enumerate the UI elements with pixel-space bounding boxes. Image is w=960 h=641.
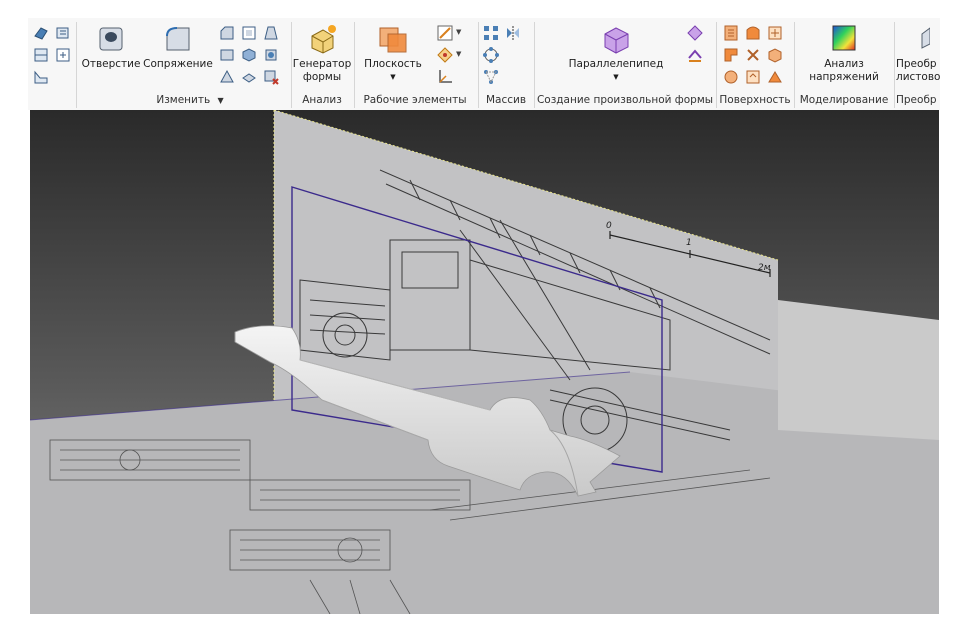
shell-icon[interactable] bbox=[240, 24, 258, 42]
work-axis-dropdown-icon[interactable]: ▼ bbox=[456, 28, 461, 36]
patch-icon[interactable] bbox=[766, 24, 784, 42]
panel-expand-arrow-icon[interactable]: ▼ bbox=[218, 96, 224, 105]
panel-surface: Поверхность bbox=[718, 18, 792, 110]
3d-viewport[interactable]: 0 1 2м bbox=[30, 110, 939, 614]
sketch-driven-pattern-icon[interactable] bbox=[482, 68, 500, 86]
end-view-plane[interactable] bbox=[778, 300, 939, 440]
chamfer-icon[interactable] bbox=[218, 24, 236, 42]
scale-label-1: 1 bbox=[686, 238, 692, 248]
convert-sheetmetal-button[interactable]: Преобр листово bbox=[896, 22, 940, 84]
freeform-edit-icon[interactable] bbox=[686, 24, 704, 42]
plane-dropdown-icon[interactable]: ▼ bbox=[360, 71, 426, 84]
stress-analysis-icon bbox=[832, 25, 856, 51]
emboss-icon[interactable] bbox=[54, 46, 72, 64]
panel-freeform: Параллелепипед ▼ Создание произвольной ф… bbox=[536, 18, 714, 110]
fillet-icon bbox=[166, 27, 190, 51]
work-point-icon[interactable] bbox=[436, 46, 454, 64]
hole-label: Отверстие bbox=[81, 58, 141, 70]
sweep-icon[interactable] bbox=[32, 24, 50, 42]
panel-separator bbox=[354, 22, 355, 108]
shape-generator-label: Генератор формы bbox=[292, 58, 352, 83]
fillet-label: Сопряжение bbox=[143, 58, 213, 70]
ruled-surface-icon[interactable] bbox=[766, 68, 784, 86]
panel-modify: Отверстие Сопряжение Изменить ▼ bbox=[80, 18, 300, 110]
box-dropdown-icon[interactable]: ▼ bbox=[556, 71, 676, 84]
thicken-icon[interactable] bbox=[240, 68, 258, 86]
stitch-icon[interactable] bbox=[722, 24, 740, 42]
freeform-convert-icon[interactable] bbox=[686, 46, 704, 64]
panel-work-features: Плоскость ▼ ▼ ▼ Рабочие элементы bbox=[356, 18, 474, 110]
plane-icon bbox=[379, 27, 407, 53]
freeform-box-icon bbox=[604, 27, 629, 54]
hole-button[interactable]: Отверстие bbox=[80, 22, 142, 71]
panel-simulation: Анализ напряжений Моделирование bbox=[796, 18, 892, 110]
sculpt-icon[interactable] bbox=[744, 24, 762, 42]
ucs-icon[interactable] bbox=[436, 68, 454, 86]
rectangular-pattern-icon[interactable] bbox=[482, 24, 500, 42]
delete-face-icon[interactable] bbox=[262, 68, 280, 86]
trim-icon[interactable] bbox=[722, 46, 740, 64]
panel-separator bbox=[794, 22, 795, 108]
panel-separator bbox=[76, 22, 77, 108]
modify-panel-title: Изменить bbox=[156, 94, 211, 106]
convert-sheetmetal-label: Преобр листово bbox=[896, 58, 940, 83]
freeform-panel-title: Создание произвольной формы bbox=[536, 94, 714, 106]
panel-convert: Преобр листово Преобр bbox=[896, 18, 940, 110]
surface-panel-title: Поверхность bbox=[719, 94, 791, 106]
direct-edit-icon[interactable] bbox=[218, 68, 236, 86]
repair-bodies-icon[interactable] bbox=[722, 68, 740, 86]
analysis-panel-title: Анализ bbox=[302, 94, 342, 106]
panel-analysis: Генератор формы Анализ bbox=[292, 18, 352, 110]
work-point-dropdown-icon[interactable]: ▼ bbox=[456, 50, 461, 58]
fit-mesh-face-icon[interactable] bbox=[744, 68, 762, 86]
work-features-panel-title: Рабочие элементы bbox=[363, 94, 467, 106]
panel-separator bbox=[478, 22, 479, 108]
plane-button[interactable]: Плоскость ▼ bbox=[360, 22, 426, 84]
rib-icon[interactable] bbox=[32, 68, 50, 86]
ribbon-toolbar: Отверстие Сопряжение Изменить ▼ Генерато… bbox=[28, 18, 940, 110]
convert-sheetmetal-icon bbox=[921, 27, 931, 49]
loft-icon[interactable] bbox=[32, 46, 50, 64]
coil-icon[interactable] bbox=[54, 24, 72, 42]
simulation-panel-title: Моделирование bbox=[799, 94, 889, 106]
work-axis-icon[interactable] bbox=[436, 24, 454, 42]
fillet-button[interactable]: Сопряжение bbox=[142, 22, 214, 71]
model-scene: 0 1 2м bbox=[30, 110, 939, 614]
hole-icon bbox=[99, 27, 123, 51]
scale-label-0: 0 bbox=[606, 221, 612, 231]
pattern-panel-title: Массив bbox=[485, 94, 527, 106]
stress-analysis-label: Анализ напряжений bbox=[809, 58, 879, 83]
panel-separator bbox=[716, 22, 717, 108]
panel-separator bbox=[534, 22, 535, 108]
mirror-icon[interactable] bbox=[504, 24, 522, 42]
scale-label-2: 2м bbox=[758, 263, 771, 273]
panel-separator bbox=[894, 22, 895, 108]
stress-analysis-button[interactable]: Анализ напряжений bbox=[804, 22, 884, 84]
shape-generator-icon bbox=[311, 25, 336, 54]
plane-label: Плоскость bbox=[364, 58, 422, 70]
convert-panel-title: Преобр bbox=[896, 94, 937, 106]
thread-icon[interactable] bbox=[218, 46, 236, 64]
box-label: Параллелепипед bbox=[568, 58, 664, 70]
shape-generator-button[interactable]: Генератор формы bbox=[292, 22, 352, 84]
combine-icon[interactable] bbox=[262, 46, 280, 64]
split-icon[interactable] bbox=[240, 46, 258, 64]
replace-face-icon[interactable] bbox=[766, 46, 784, 64]
box-button[interactable]: Параллелепипед ▼ bbox=[556, 22, 676, 84]
draft-icon[interactable] bbox=[262, 24, 280, 42]
circular-pattern-icon[interactable] bbox=[482, 46, 500, 64]
extend-icon[interactable] bbox=[744, 46, 762, 64]
panel-pattern: Массив bbox=[480, 18, 532, 110]
